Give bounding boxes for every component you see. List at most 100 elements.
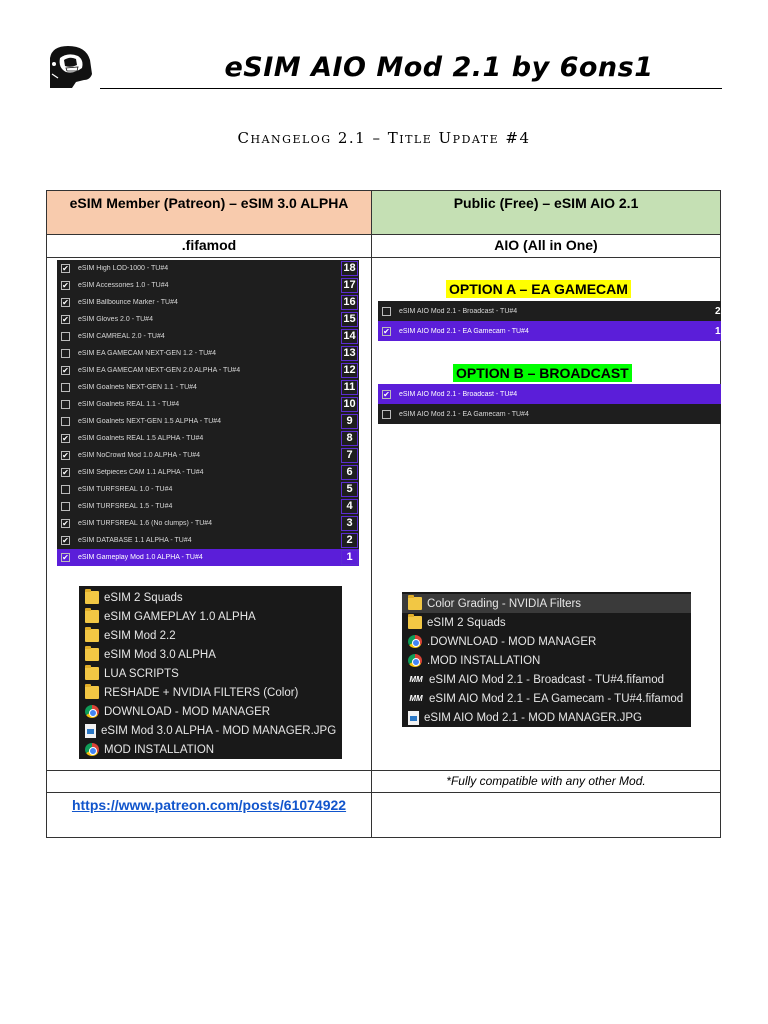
mod-row[interactable]: ✔ eSIM High LOD-1000 - TU#4 18	[57, 260, 359, 277]
file-item[interactable]: DOWNLOAD - MOD MANAGER	[79, 702, 342, 721]
checkbox-checked-icon[interactable]: ✔	[61, 315, 70, 324]
folder-icon	[85, 608, 99, 623]
file-item[interactable]: MOD INSTALLATION	[79, 740, 342, 759]
file-item[interactable]: MM eSIM AIO Mod 2.1 - Broadcast - TU#4.fi…	[402, 670, 691, 689]
patreon-link[interactable]: https://www.patreon.com/posts/61074922	[47, 793, 371, 815]
mod-label: eSIM NoCrowd Mod 1.0 ALPHA - TU#4	[78, 452, 201, 459]
file-item[interactable]: .DOWNLOAD - MOD MANAGER	[402, 632, 691, 651]
mod-label: eSIM Goalnets REAL 1.1 - TU#4	[78, 401, 180, 408]
checkbox-unchecked-icon[interactable]	[382, 409, 392, 419]
checkbox-checked-icon[interactable]: ✔	[61, 536, 70, 545]
checkbox-checked-icon[interactable]: ✔	[61, 434, 70, 443]
mod-row[interactable]: eSIM AIO Mod 2.1 - EA Gamecam - TU#4	[378, 404, 721, 424]
mod-row[interactable]: ✔ eSIM NoCrowd Mod 1.0 ALPHA - TU#4 7	[57, 447, 359, 464]
file-item[interactable]: eSIM GAMEPLAY 1.0 ALPHA	[79, 607, 342, 626]
mod-label: eSIM Gameplay Mod 1.0 ALPHA - TU#4	[78, 554, 203, 561]
checkbox-checked-icon[interactable]: ✔	[382, 326, 392, 336]
folder-icon	[85, 684, 99, 699]
checkbox-unchecked-icon[interactable]	[61, 383, 70, 392]
public-format: AIO (All in One)	[494, 237, 598, 253]
mod-label: eSIM Goalnets NEXT-GEN 1.1 - TU#4	[78, 384, 197, 391]
mod-row[interactable]: ✔ eSIM Gameplay Mod 1.0 ALPHA - TU#4 1	[57, 549, 359, 566]
checkbox-unchecked-icon[interactable]	[61, 502, 70, 511]
checkbox-unchecked-icon[interactable]	[61, 332, 70, 341]
public-header: Public (Free) – eSIM AIO 2.1	[372, 191, 720, 234]
file-item[interactable]: eSIM Mod 3.0 ALPHA	[79, 645, 342, 664]
checkbox-unchecked-icon[interactable]	[382, 306, 392, 316]
mod-row[interactable]: eSIM EA GAMECAM NEXT-GEN 1.2 - TU#4 13	[57, 345, 359, 362]
checkbox-checked-icon[interactable]: ✔	[61, 553, 70, 562]
checkbox-unchecked-icon[interactable]	[61, 349, 70, 358]
mod-row[interactable]: eSIM CAMREAL 2.0 - TU#4 14	[57, 328, 359, 345]
checkbox-checked-icon[interactable]: ✔	[61, 281, 70, 290]
mod-row[interactable]: eSIM Goalnets REAL 1.1 - TU#4 10	[57, 396, 359, 413]
mod-row[interactable]: ✔ eSIM Accessories 1.0 - TU#4 17	[57, 277, 359, 294]
file-label: eSIM Mod 2.2	[104, 629, 176, 642]
file-item[interactable]: eSIM Mod 3.0 ALPHA - MOD MANAGER.JPG	[79, 721, 342, 740]
mod-row[interactable]: eSIM Goalnets NEXT-GEN 1.5 ALPHA - TU#4 9	[57, 413, 359, 430]
mod-label: eSIM Setpieces CAM 1.1 ALPHA - TU#4	[78, 469, 204, 476]
mod-row[interactable]: ✔ eSIM AIO Mod 2.1 - Broadcast - TU#4	[378, 384, 722, 404]
file-item[interactable]: LUA SCRIPTS	[79, 664, 342, 683]
file-item[interactable]: .MOD INSTALLATION	[402, 651, 691, 670]
file-item[interactable]: RESHADE + NVIDIA FILTERS (Color)	[79, 683, 342, 702]
checkbox-unchecked-icon[interactable]	[61, 485, 70, 494]
mod-label: eSIM AIO Mod 2.1 - EA Gamecam - TU#4	[399, 410, 529, 418]
file-label: eSIM AIO Mod 2.1 - EA Gamecam - TU#4.fif…	[429, 692, 684, 705]
file-label: RESHADE + NVIDIA FILTERS (Color)	[104, 686, 299, 699]
file-label: eSIM Mod 3.0 ALPHA - MOD MANAGER.JPG	[101, 724, 337, 737]
mod-row[interactable]: ✔ eSIM Setpieces CAM 1.1 ALPHA - TU#4 6	[57, 464, 359, 481]
folder-icon	[85, 646, 99, 661]
mod-priority: 8	[341, 431, 358, 446]
mod-row[interactable]: ✔ eSIM Goalnets REAL 1.5 ALPHA - TU#4 8	[57, 430, 359, 447]
mod-priority: 4	[341, 499, 358, 514]
public-file-explorer: Color Grading - NVIDIA Filters eSIM 2 Squ…	[402, 592, 692, 727]
checkbox-unchecked-icon[interactable]	[61, 400, 70, 409]
mod-priority: 2	[341, 533, 358, 548]
checkbox-checked-icon[interactable]: ✔	[61, 451, 70, 460]
mod-row[interactable]: ✔ eSIM AIO Mod 2.1 - EA Gamecam - TU#4 1	[378, 321, 722, 341]
mod-priority: 1	[715, 325, 721, 337]
file-item[interactable]: eSIM AIO Mod 2.1 - MOD MANAGER.JPG	[402, 708, 691, 727]
mod-row[interactable]: ✔ eSIM Ballbounce Marker - TU#4 16	[57, 294, 359, 311]
mod-row[interactable]: eSIM AIO Mod 2.1 - Broadcast - TU#4 2	[378, 301, 721, 321]
option-b-label: OPTION B – BROADCAST	[453, 364, 632, 382]
file-item[interactable]: Color Grading - NVIDIA Filters	[402, 594, 692, 613]
member-content-cell: ✔ eSIM High LOD-1000 - TU#4 18 ✔ eSIM Access…	[47, 258, 373, 770]
mod-row[interactable]: eSIM TURFSREAL 1.0 - TU#4 5	[57, 481, 359, 498]
mod-row[interactable]: ✔ eSIM DATABASE 1.1 ALPHA - TU#4 2	[57, 532, 359, 549]
mod-label: eSIM Goalnets NEXT-GEN 1.5 ALPHA - TU#4	[78, 418, 222, 425]
mod-priority: 9	[341, 414, 358, 429]
mod-row[interactable]: ✔ eSIM EA GAMECAM NEXT-GEN 2.0 ALPHA - TU…	[57, 362, 359, 379]
file-label: eSIM AIO Mod 2.1 - Broadcast - TU#4.fifa…	[429, 673, 665, 686]
file-item[interactable]: MM eSIM AIO Mod 2.1 - EA Gamecam - TU#4.f…	[402, 689, 691, 708]
checkbox-checked-icon[interactable]: ✔	[61, 366, 70, 375]
mod-label: eSIM Gloves 2.0 - TU#4	[78, 316, 153, 323]
mod-row[interactable]: ✔ eSIM TURFSREAL 1.6 (No clumps) - TU#4 3	[57, 515, 359, 532]
checkbox-checked-icon[interactable]: ✔	[382, 389, 392, 399]
mod-priority: 1	[341, 550, 358, 565]
checkbox-checked-icon[interactable]: ✔	[61, 519, 70, 528]
table-link-row: https://www.patreon.com/posts/61074922	[47, 793, 720, 837]
file-item[interactable]: eSIM 2 Squads	[402, 613, 691, 632]
checkbox-checked-icon[interactable]: ✔	[61, 264, 70, 273]
mod-priority: 11	[341, 380, 358, 395]
mod-label: eSIM Ballbounce Marker - TU#4	[78, 299, 178, 306]
mod-row[interactable]: eSIM Goalnets NEXT-GEN 1.1 - TU#4 11	[57, 379, 359, 396]
mod-priority: 16	[341, 295, 358, 310]
mod-label: eSIM TURFSREAL 1.5 - TU#4	[78, 503, 173, 510]
mod-label: eSIM Goalnets REAL 1.5 ALPHA - TU#4	[78, 435, 204, 442]
file-item[interactable]: eSIM Mod 2.2	[79, 626, 342, 645]
file-item[interactable]: eSIM 2 Squads	[79, 588, 342, 607]
checkbox-checked-icon[interactable]: ✔	[61, 298, 70, 307]
file-label: eSIM AIO Mod 2.1 - MOD MANAGER.JPG	[424, 711, 642, 724]
checkbox-unchecked-icon[interactable]	[61, 417, 70, 426]
mod-row[interactable]: eSIM TURFSREAL 1.5 - TU#4 4	[57, 498, 359, 515]
mod-priority: 2	[715, 305, 721, 317]
checkbox-checked-icon[interactable]: ✔	[61, 468, 70, 477]
mod-row[interactable]: ✔ eSIM Gloves 2.0 - TU#4 15	[57, 311, 359, 328]
mod-priority: 3	[341, 516, 358, 531]
mod-label: eSIM AIO Mod 2.1 - Broadcast - TU#4	[399, 307, 518, 315]
chrome-icon	[408, 654, 423, 667]
mod-label: eSIM AIO Mod 2.1 - EA Gamecam - TU#4	[399, 327, 529, 335]
